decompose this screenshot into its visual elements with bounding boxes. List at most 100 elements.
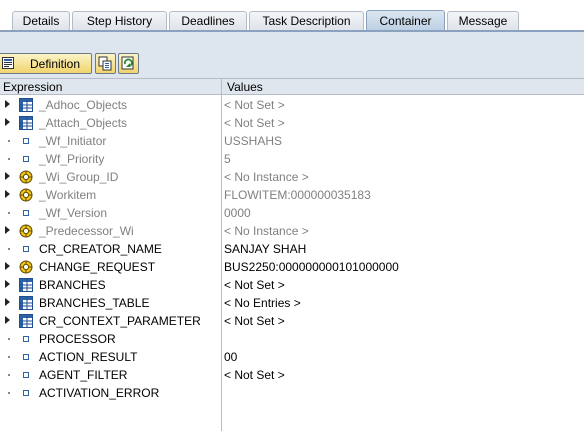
table-row[interactable]: BRANCHES_TABLE < No Entries > [0,294,584,312]
expression-name: CR_CREATOR_NAME [39,242,162,256]
expression-name: BRANCHES_TABLE [39,296,150,310]
expression-name: _Attach_Objects [39,116,128,130]
tree-leaf-dot [8,158,10,160]
expand-arrow-icon[interactable] [5,226,10,234]
expression-name: _Wf_Priority [39,152,105,166]
expression-value: < Not Set > [224,278,285,292]
element-icon [19,134,33,148]
table-row[interactable]: _Wf_Version 0000 [0,204,584,222]
expand-arrow-icon[interactable] [5,118,10,126]
table-icon [19,296,33,310]
expand-arrow-icon[interactable] [5,262,10,270]
expand-arrow-icon[interactable] [5,316,10,324]
expression-value: SANJAY SHAH [224,242,307,256]
definition-button[interactable]: Definition [0,53,92,74]
table-row[interactable]: CR_CREATOR_NAME SANJAY SHAH [0,240,584,258]
expression-value: FLOWITEM:000000035183 [224,188,371,202]
element-icon [19,332,33,346]
element-icon [19,152,33,166]
table-row[interactable]: BRANCHES < Not Set > [0,276,584,294]
tab-container[interactable]: Container [366,10,445,31]
expression-name: AGENT_FILTER [39,368,128,382]
expression-value: BUS2250:000000000101000000 [224,260,399,274]
element-icon [19,242,33,256]
expression-name: CHANGE_REQUEST [39,260,156,274]
table-row[interactable]: _Attach_Objects < Not Set > [0,114,584,132]
tab-task-description[interactable]: Task Description [249,11,364,30]
element-icon [19,350,33,364]
toolbar: Definition [0,32,584,78]
expression-name: _Wf_Version [39,206,108,220]
table-icon [19,314,33,328]
table-row[interactable]: CHANGE_REQUEST BUS2250:000000000101000000 [0,258,584,276]
tab-message[interactable]: Message [447,11,519,30]
expression-value: < Not Set > [224,116,285,130]
expand-arrow-icon[interactable] [5,190,10,198]
tab-step-history[interactable]: Step History [72,11,167,30]
definition-icon [2,57,14,69]
tree-leaf-dot [8,248,10,250]
tree-leaf-dot [8,212,10,214]
element-icon [19,206,33,220]
tab-strip: Details Step History Deadlines Task Desc… [0,0,584,31]
expression-value: 0000 [224,206,251,220]
expression-name: BRANCHES [39,278,106,292]
refresh-icon [121,56,134,70]
table-row[interactable]: ACTIVATION_ERROR [0,384,584,402]
tab-details[interactable]: Details [12,11,70,30]
tree-leaf-dot [8,140,10,142]
table-row[interactable]: PROCESSOR [0,330,584,348]
expression-name: _Workitem [39,188,97,202]
copy-icon [98,56,112,71]
expression-value: USSHAHS [224,134,283,148]
expression-name: PROCESSOR [39,332,116,346]
expression-value: 5 [224,152,231,166]
expression-value: < No Entries > [224,296,301,310]
element-icon [19,386,33,400]
expression-value: < Not Set > [224,368,285,382]
table-row[interactable]: ACTION_RESULT 00 [0,348,584,366]
expression-value: 00 [224,350,238,364]
table-icon [19,98,33,112]
expression-name: ACTIVATION_ERROR [39,386,160,400]
tree-leaf-dot [8,338,10,340]
table-icon [19,116,33,130]
object-icon [19,224,33,238]
object-icon [19,170,33,184]
expression-value: < No Instance > [224,224,309,238]
refresh-button[interactable] [118,53,139,74]
definition-label: Definition [30,57,81,71]
expand-arrow-icon[interactable] [5,100,10,108]
expression-value: < Not Set > [224,314,285,328]
tree-leaf-dot [8,356,10,358]
expand-arrow-icon[interactable] [5,298,10,306]
table-row[interactable]: _Predecessor_Wi < No Instance > [0,222,584,240]
table-row[interactable]: _Adhoc_Objects < Not Set > [0,96,584,114]
column-header-expression[interactable]: Expression [3,80,62,94]
table-icon [19,278,33,292]
expand-arrow-icon[interactable] [5,280,10,288]
expression-value: < No Instance > [224,170,309,184]
expression-name: _Adhoc_Objects [39,98,128,112]
expression-name: _Wf_Initiator [39,134,107,148]
tree-leaf-dot [8,374,10,376]
expression-name: ACTION_RESULT [39,350,138,364]
tab-deadlines[interactable]: Deadlines [169,11,247,30]
column-header-values[interactable]: Values [227,80,263,94]
table-row[interactable]: CR_CONTEXT_PARAMETER < Not Set > [0,312,584,330]
table-row[interactable]: AGENT_FILTER < Not Set > [0,366,584,384]
object-icon [19,188,33,202]
expand-arrow-icon[interactable] [5,172,10,180]
tree-leaf-dot [8,392,10,394]
expression-value: < Not Set > [224,98,285,112]
expression-name: CR_CONTEXT_PARAMETER [39,314,201,328]
table-row[interactable]: _Wi_Group_ID < No Instance > [0,168,584,186]
expression-name: _Predecessor_Wi [39,224,134,238]
table-row[interactable]: _Workitem FLOWITEM:000000035183 [0,186,584,204]
object-icon [19,260,33,274]
table-row[interactable]: _Wf_Priority 5 [0,150,584,168]
table-row[interactable]: _Wf_Initiator USSHAHS [0,132,584,150]
element-icon [19,368,33,382]
table-header: Expression Values [0,78,584,95]
copy-button[interactable] [95,53,116,74]
